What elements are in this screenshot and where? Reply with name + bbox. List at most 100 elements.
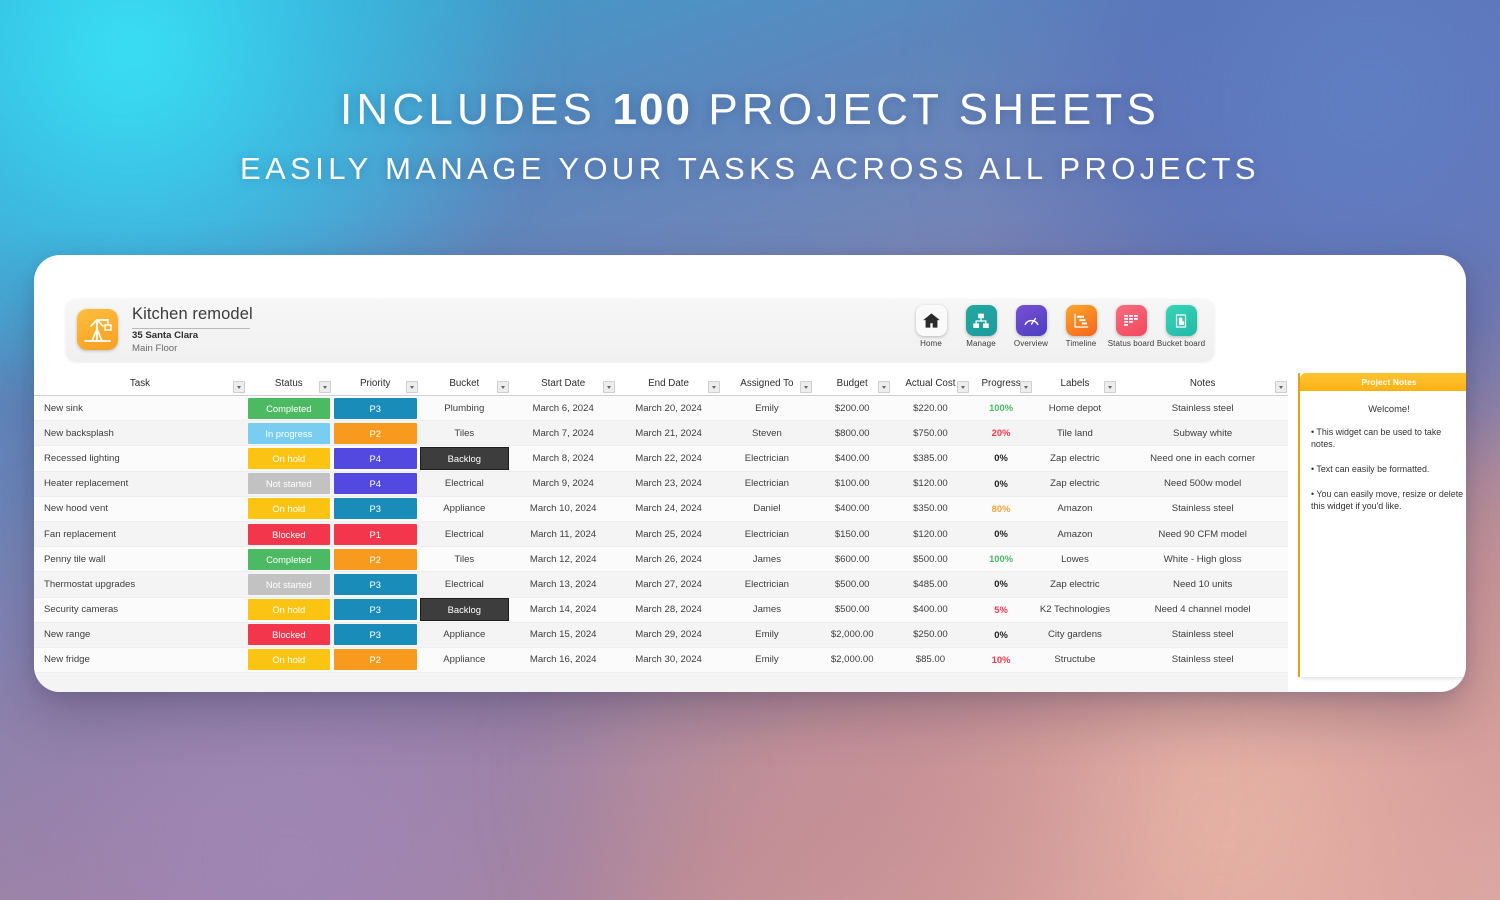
cell-labels[interactable]: Home depot — [1032, 395, 1118, 422]
cell-status[interactable]: On hold — [245, 445, 332, 472]
cell-assigned-to[interactable]: Emily — [720, 395, 814, 422]
cell-actual-cost[interactable]: $120.00 — [891, 521, 970, 548]
column-filter-button[interactable] — [707, 381, 720, 393]
cell-end-date[interactable]: March 29, 2024 — [616, 622, 721, 648]
cell-status[interactable]: Completed — [245, 395, 332, 422]
cell-status[interactable]: Completed — [245, 546, 332, 573]
cell-actual-cost[interactable]: $85.00 — [891, 647, 970, 674]
cell-actual-cost[interactable]: $385.00 — [891, 445, 970, 472]
cell-notes[interactable]: Subway white — [1117, 420, 1288, 447]
cell-bucket[interactable]: Electrical — [418, 471, 510, 497]
cell-start-date[interactable]: March 10, 2024 — [509, 496, 617, 522]
nav-item-bucket-board[interactable]: Bucket board — [1156, 305, 1206, 348]
cell-priority[interactable]: P2 — [331, 647, 419, 674]
cell-status[interactable]: In progress — [245, 420, 332, 447]
cell-empty[interactable] — [245, 672, 332, 692]
cell-start-date[interactable]: March 13, 2024 — [509, 571, 617, 598]
cell-empty[interactable] — [1032, 672, 1118, 692]
cell-priority[interactable]: P4 — [331, 445, 419, 472]
cell-priority[interactable]: P1 — [331, 521, 419, 548]
cell-end-date[interactable]: March 30, 2024 — [616, 647, 721, 674]
cell-task[interactable]: Thermostat upgrades — [34, 571, 246, 598]
cell-bucket[interactable]: Electrical — [418, 521, 510, 548]
column-filter-button[interactable] — [603, 381, 616, 393]
cell-empty[interactable] — [34, 672, 246, 692]
cell-assigned-to[interactable]: Electrician — [720, 571, 814, 598]
cell-actual-cost[interactable]: $500.00 — [891, 546, 970, 573]
cell-budget[interactable]: $500.00 — [813, 597, 892, 623]
cell-end-date[interactable]: March 22, 2024 — [616, 445, 721, 472]
cell-empty[interactable] — [891, 672, 970, 692]
cell-end-date[interactable]: March 20, 2024 — [616, 395, 721, 422]
cell-start-date[interactable]: March 16, 2024 — [509, 647, 617, 674]
cell-assigned-to[interactable]: Emily — [720, 622, 814, 648]
cell-progress[interactable]: 0% — [969, 521, 1033, 548]
cell-assigned-to[interactable]: James — [720, 597, 814, 623]
cell-task[interactable]: New hood vent — [34, 496, 246, 522]
table-row[interactable]: Thermostat upgrades Not started P3 Electric… — [34, 571, 1288, 598]
cell-actual-cost[interactable]: $750.00 — [891, 420, 970, 447]
cell-progress[interactable]: 5% — [969, 597, 1033, 623]
cell-progress[interactable]: 100% — [969, 546, 1033, 573]
cell-budget[interactable]: $2,000.00 — [813, 647, 892, 674]
column-filter-button[interactable] — [956, 381, 969, 393]
cell-notes[interactable]: Need 90 CFM model — [1117, 521, 1288, 548]
table-row[interactable]: Penny tile wall Completed P2 Tiles March 12,… — [34, 546, 1288, 573]
cell-labels[interactable]: K2 Technologies — [1032, 597, 1118, 623]
cell-budget[interactable]: $2,000.00 — [813, 622, 892, 648]
cell-budget[interactable]: $200.00 — [813, 395, 892, 422]
cell-notes[interactable]: Need 500w model — [1117, 471, 1288, 497]
cell-progress[interactable]: 80% — [969, 496, 1033, 522]
column-filter-button[interactable] — [405, 381, 418, 393]
cell-assigned-to[interactable]: Daniel — [720, 496, 814, 522]
cell-labels[interactable]: Amazon — [1032, 521, 1118, 548]
cell-bucket[interactable]: Plumbing — [418, 395, 510, 422]
cell-labels[interactable]: Zap electric — [1032, 445, 1118, 472]
cell-end-date[interactable]: March 27, 2024 — [616, 571, 721, 598]
cell-actual-cost[interactable]: $120.00 — [891, 471, 970, 497]
cell-notes[interactable]: Need 10 units — [1117, 571, 1288, 598]
cell-priority[interactable]: P2 — [331, 420, 419, 447]
cell-status[interactable]: On hold — [245, 597, 332, 623]
table-row[interactable]: New fridge On hold P2 Appliance March 16, 20… — [34, 647, 1288, 674]
cell-labels[interactable]: Zap electric — [1032, 571, 1118, 598]
column-filter-button[interactable] — [318, 381, 331, 393]
cell-actual-cost[interactable]: $400.00 — [891, 597, 970, 623]
cell-notes[interactable]: Need 4 channel model — [1117, 597, 1288, 623]
cell-notes[interactable]: White - High gloss — [1117, 546, 1288, 573]
cell-actual-cost[interactable]: $485.00 — [891, 571, 970, 598]
cell-status[interactable]: Not started — [245, 471, 332, 497]
cell-bucket[interactable]: Appliance — [418, 496, 510, 522]
cell-empty[interactable] — [418, 672, 510, 692]
nav-item-manage[interactable]: Manage — [956, 305, 1006, 348]
cell-task[interactable]: New range — [34, 622, 246, 648]
cell-start-date[interactable]: March 12, 2024 — [509, 546, 617, 573]
cell-budget[interactable]: $400.00 — [813, 445, 892, 472]
cell-budget[interactable]: $600.00 — [813, 546, 892, 573]
cell-status[interactable]: Blocked — [245, 521, 332, 548]
cell-assigned-to[interactable]: Electrician — [720, 445, 814, 472]
cell-priority[interactable]: P4 — [331, 471, 419, 497]
cell-assigned-to[interactable]: Emily — [720, 647, 814, 674]
cell-task[interactable]: Security cameras — [34, 597, 246, 623]
cell-empty[interactable] — [969, 672, 1033, 692]
cell-end-date[interactable]: March 24, 2024 — [616, 496, 721, 522]
cell-bucket[interactable]: Appliance — [418, 622, 510, 648]
cell-budget[interactable]: $800.00 — [813, 420, 892, 447]
cell-end-date[interactable]: March 23, 2024 — [616, 471, 721, 497]
cell-end-date[interactable]: March 25, 2024 — [616, 521, 721, 548]
cell-notes[interactable]: Stainless steel — [1117, 496, 1288, 522]
cell-priority[interactable]: P3 — [331, 597, 419, 623]
cell-status[interactable]: On hold — [245, 647, 332, 674]
cell-labels[interactable]: Tile land — [1032, 420, 1118, 447]
cell-budget[interactable]: $400.00 — [813, 496, 892, 522]
cell-budget[interactable]: $150.00 — [813, 521, 892, 548]
column-filter-button[interactable] — [800, 381, 813, 393]
cell-start-date[interactable]: March 14, 2024 — [509, 597, 617, 623]
cell-assigned-to[interactable]: James — [720, 546, 814, 573]
cell-task[interactable]: Recessed lighting — [34, 445, 246, 472]
cell-empty[interactable] — [720, 672, 814, 692]
cell-status[interactable]: Blocked — [245, 622, 332, 648]
cell-progress[interactable]: 0% — [969, 471, 1033, 497]
cell-labels[interactable]: Amazon — [1032, 496, 1118, 522]
